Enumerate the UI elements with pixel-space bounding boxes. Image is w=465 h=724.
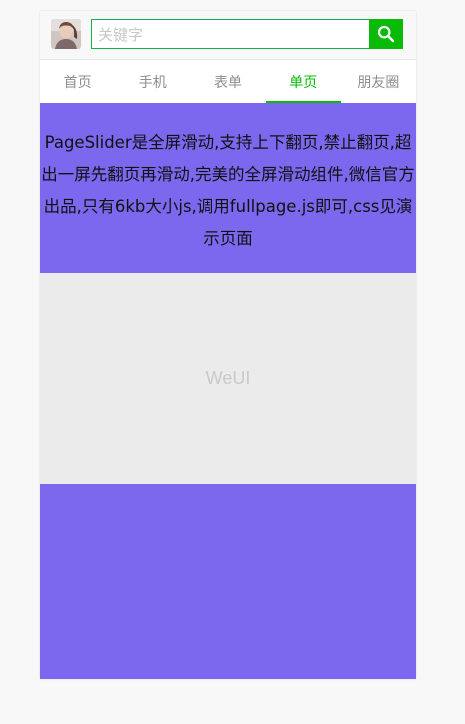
- slide-intro-text: PageSlider是全屏滑动,支持上下翻页,禁止翻页,超出一屏先翻页再滑动,完…: [41, 133, 415, 248]
- tab-home[interactable]: 首页: [40, 60, 115, 103]
- user-avatar-icon: [51, 19, 81, 49]
- search-box: [91, 19, 403, 49]
- slide-third-section: [40, 484, 416, 679]
- tab-phone[interactable]: 手机: [115, 60, 190, 103]
- tab-form[interactable]: 表单: [190, 60, 265, 103]
- search-button[interactable]: [369, 19, 403, 49]
- tab-moments[interactable]: 朋友圈: [341, 60, 416, 103]
- slide-placeholder-section: WeUI: [40, 273, 416, 484]
- search-icon: [377, 25, 395, 43]
- weui-placeholder-label: WeUI: [205, 368, 251, 388]
- tab-bar: 首页 手机 表单 单页 朋友圈: [40, 60, 416, 103]
- search-input[interactable]: [96, 23, 370, 47]
- phone-frame: 首页 手机 表单 单页 朋友圈 PageSlider是全屏滑动,支持上下翻页,禁…: [40, 11, 416, 679]
- tab-single-page[interactable]: 单页: [265, 60, 342, 103]
- avatar[interactable]: [51, 19, 81, 49]
- slide-intro-section: PageSlider是全屏滑动,支持上下翻页,禁止翻页,超出一屏先翻页再滑动,完…: [40, 103, 416, 273]
- top-bar: [40, 11, 416, 60]
